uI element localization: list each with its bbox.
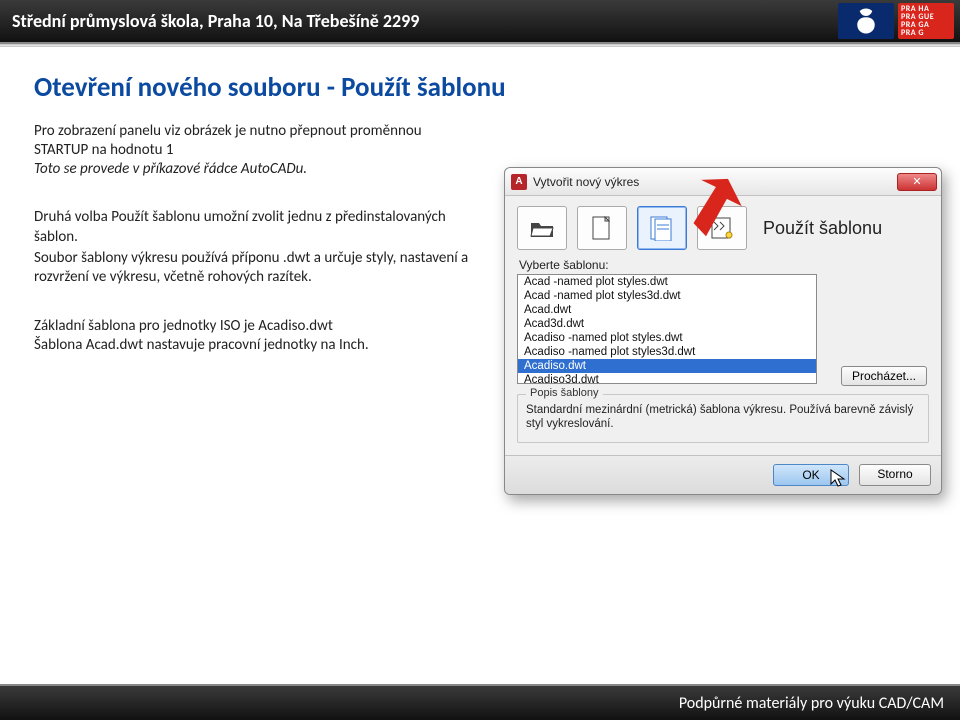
mode-title: Použít šablonu bbox=[763, 218, 882, 239]
new-drawing-dialog: A Vytvořit nový výkres ✕ bbox=[504, 167, 942, 495]
paragraph-2: Druhá volba Použít šablonu umožní zvolit… bbox=[34, 208, 474, 247]
list-item[interactable]: Acad -named plot styles.dwt bbox=[518, 275, 816, 289]
browse-button[interactable]: Procházet... bbox=[841, 366, 927, 386]
cancel-button[interactable]: Storno bbox=[859, 464, 931, 486]
list-item-selected[interactable]: Acadiso.dwt bbox=[518, 359, 816, 373]
mode-blank-button[interactable] bbox=[577, 206, 627, 250]
slide-footer: Podpůrné materiály pro výuku CAD/CAM bbox=[0, 684, 960, 720]
dialog-body: Použít šablonu Vyberte šablonu: Acad -na… bbox=[505, 196, 941, 455]
list-item[interactable]: Acad -named plot styles3d.dwt bbox=[518, 289, 816, 303]
footer-text: Podpůrné materiály pro výuku CAD/CAM bbox=[679, 694, 944, 713]
list-item[interactable]: Acadiso3d.dwt bbox=[518, 373, 816, 384]
logo-sps bbox=[838, 3, 894, 39]
blank-page-icon bbox=[591, 215, 613, 241]
slide-header: Střední průmyslová škola, Praha 10, Na T… bbox=[0, 0, 960, 44]
mouse-cursor-icon bbox=[829, 468, 847, 488]
list-item[interactable]: Acadiso -named plot styles.dwt bbox=[518, 331, 816, 345]
list-item[interactable]: Acad.dwt bbox=[518, 303, 816, 317]
template-description-group: Popis šablony Standardní mezinárdní (met… bbox=[517, 394, 929, 443]
left-column: Pro zobrazení panelu viz obrázek je nutn… bbox=[34, 122, 474, 355]
template-listbox[interactable]: Acad -named plot styles.dwt Acad -named … bbox=[517, 274, 817, 384]
close-icon: ✕ bbox=[912, 175, 921, 188]
paragraph-3: Soubor šablony výkresu používá příponu .… bbox=[34, 249, 474, 287]
close-button[interactable]: ✕ bbox=[897, 173, 937, 191]
slide-title: Otevření nového souboru - Použít šablonu bbox=[34, 71, 928, 104]
select-template-label: Vyberte šablonu: bbox=[519, 258, 929, 272]
slide-content: Otevření nového souboru - Použít šablonu… bbox=[0, 47, 960, 667]
list-item[interactable]: Acadiso -named plot styles3d.dwt bbox=[518, 345, 816, 359]
school-name: Střední průmyslová škola, Praha 10, Na T… bbox=[12, 10, 419, 32]
autocad-app-icon: A bbox=[511, 174, 527, 190]
folder-open-icon bbox=[529, 217, 555, 239]
paragraph-1b: Toto se provede v příkazové řádce AutoCA… bbox=[34, 160, 474, 179]
group-title: Popis šablony bbox=[526, 387, 603, 399]
paragraph-5: Šablona Acad.dwt nastavuje pracovní jedn… bbox=[34, 336, 474, 355]
template-description: Standardní mezinárdní (metrická) šablona… bbox=[526, 403, 920, 432]
header-logos: PRA HAPRA GUEPRA GAPRA G bbox=[838, 3, 954, 39]
paragraph-4: Základní šablona pro jednotky ISO je Aca… bbox=[34, 317, 474, 337]
mode-open-button[interactable] bbox=[517, 206, 567, 250]
logo-praha: PRA HAPRA GUEPRA GAPRA G bbox=[898, 3, 954, 39]
paragraph-1a: Pro zobrazení panelu viz obrázek je nutn… bbox=[34, 122, 474, 160]
dialog-title: Vytvořit nový výkres bbox=[533, 175, 639, 189]
dialog-button-row: OK Storno bbox=[505, 455, 941, 494]
list-item[interactable]: Acad3d.dwt bbox=[518, 317, 816, 331]
